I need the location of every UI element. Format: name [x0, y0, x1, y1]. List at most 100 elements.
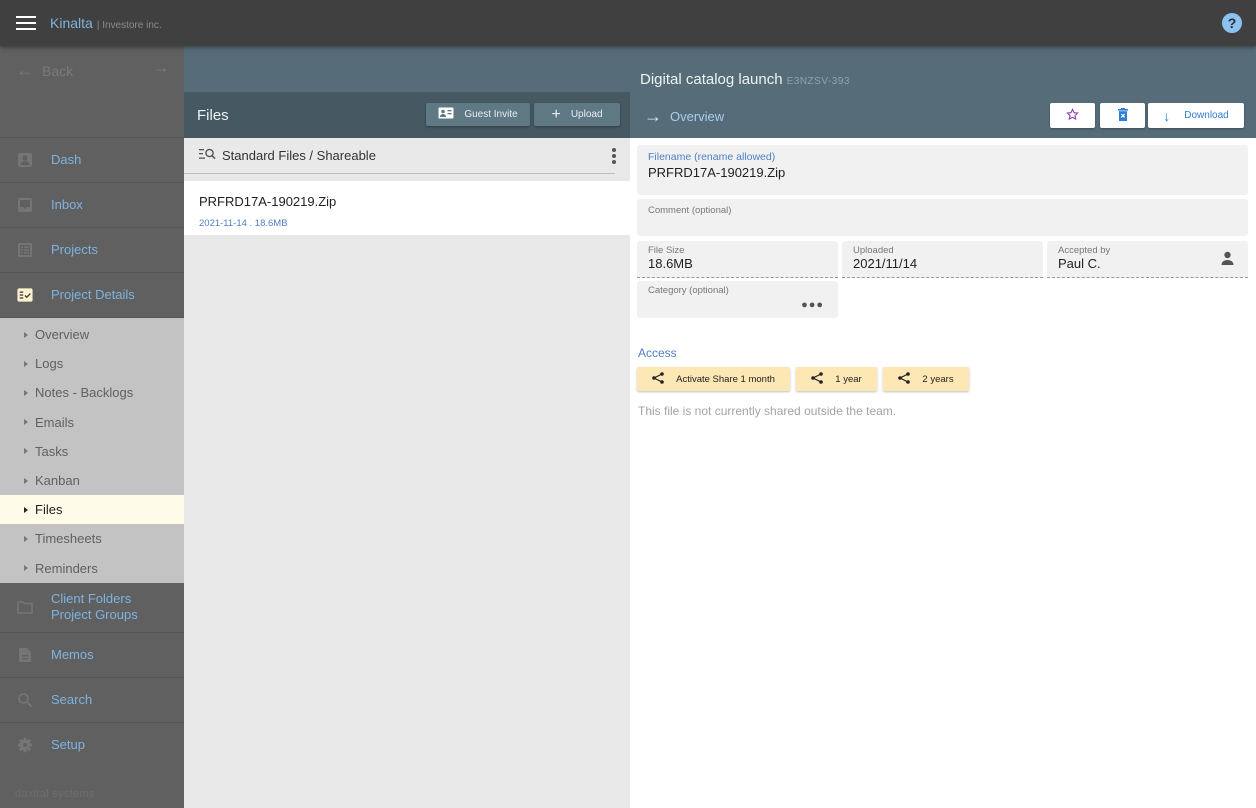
sidebar-label-line2: Project Groups [51, 607, 138, 623]
submenu-label: Kanban [35, 473, 80, 489]
caret-right-icon [24, 360, 28, 367]
upload-button[interactable]: + Upload [534, 103, 620, 126]
submenu-label: Tasks [35, 443, 69, 459]
back-button[interactable]: ← Back [16, 60, 73, 81]
history-nav: ← Back → [0, 46, 184, 138]
arrow-left-icon: ← [16, 60, 34, 80]
sidebar-item-project-details[interactable]: Project Details [0, 273, 184, 318]
sidebar-label: Inbox [51, 197, 83, 212]
filter-search-icon [199, 148, 216, 163]
filename-label: Filename (rename allowed) [648, 151, 776, 163]
file-detail-panel: Filename (rename allowed) PRFRD17A-19021… [630, 138, 1256, 808]
sidebar-item-search[interactable]: Search [0, 678, 184, 723]
sidebar-item-inbox[interactable]: Inbox [0, 183, 184, 228]
person-icon[interactable] [1221, 251, 1234, 270]
submenu-label: Files [35, 502, 63, 518]
uploaded-value: 2021/11/14 [853, 256, 918, 271]
list-icon [17, 242, 33, 258]
guest-invite-label: Guest Invite [464, 109, 518, 120]
category-label: Category (optional) [648, 285, 729, 296]
menu-icon[interactable] [16, 16, 36, 30]
files-title: Files [197, 107, 229, 124]
back-label: Back [42, 62, 74, 79]
overview-label: Overview [670, 109, 725, 124]
file-list-item[interactable]: PRFRD17A-190219.Zip 2021-11-14 . 18.6MB [184, 181, 630, 235]
submenu-item-overview[interactable]: Overview [0, 320, 184, 349]
search-icon [17, 692, 33, 708]
submenu-item-files[interactable]: Files [0, 495, 184, 525]
file-size-label: File Size [648, 245, 685, 256]
project-title: Digital catalog launch E3NZSV-393 [640, 71, 850, 88]
trash-icon [1117, 107, 1128, 124]
share-label: 2 years [922, 373, 954, 385]
share-icon [652, 371, 664, 387]
file-size-value: 18.6MB [648, 256, 693, 271]
caret-right-icon [24, 389, 28, 396]
sidebar-label-line1: Client Folders [51, 591, 132, 607]
files-header: Files Guest Invite + Upload [184, 92, 630, 138]
share-icon [811, 371, 824, 387]
comment-field[interactable]: Comment (optional) [637, 199, 1248, 236]
category-field[interactable]: Category (optional) ●●● [637, 281, 838, 318]
guest-invite-button[interactable]: Guest Invite [426, 103, 530, 126]
submenu-label: Emails [35, 414, 75, 430]
overview-link[interactable]: → Overview [644, 106, 724, 127]
delete-button[interactable] [1100, 103, 1145, 128]
sidebar-item-dash[interactable]: Dash [0, 138, 184, 183]
inbox-icon [17, 197, 33, 213]
file-name: PRFRD17A-190219.Zip [199, 194, 337, 209]
help-icon[interactable]: ? [1222, 13, 1242, 33]
document-icon [17, 647, 33, 663]
submenu-label: Reminders [35, 560, 98, 576]
submenu-item-timesheets[interactable]: Timesheets [0, 524, 184, 553]
download-label: Download [1184, 110, 1229, 121]
sidebar-label: Setup [51, 737, 85, 753]
favorite-button[interactable] [1050, 103, 1095, 128]
file-meta: 2021-11-14 . 18.6MB [199, 218, 288, 229]
submenu-item-logs[interactable]: Logs [0, 349, 184, 378]
submenu-item-tasks[interactable]: Tasks [0, 437, 184, 466]
app-brand: Kinalta | Investore inc. [50, 15, 162, 31]
share-status-text: This file is not currently shared outsid… [638, 404, 897, 418]
accepted-by-label: Accepted by [1058, 245, 1111, 256]
share-label: Activate Share 1 month [676, 373, 775, 385]
share-1-year-button[interactable]: 1 year [796, 367, 877, 391]
sidebar-item-client-folders[interactable]: Client Folders Project Groups [0, 583, 184, 633]
submenu-item-notes-backlogs[interactable]: Notes - Backlogs [0, 378, 184, 407]
sidebar-label: Memos [51, 646, 94, 662]
top-app-bar: Kinalta | Investore inc. ? [0, 0, 1256, 46]
sidebar-label: Projects [51, 242, 98, 257]
sidebar-label: Search [51, 691, 93, 707]
company-name: | Investore inc. [96, 20, 162, 31]
contact-card-icon [438, 107, 454, 122]
more-horiz-icon[interactable]: ●●● [801, 299, 824, 311]
plus-icon: + [551, 105, 561, 123]
filename-field[interactable]: Filename (rename allowed) PRFRD17A-19021… [637, 145, 1248, 195]
caret-right-icon [24, 477, 28, 484]
caret-right-icon [24, 331, 28, 338]
submenu-item-kanban[interactable]: Kanban [0, 466, 184, 495]
arrow-right-icon: → [644, 106, 662, 126]
more-vert-icon[interactable] [611, 148, 617, 164]
upload-label: Upload [570, 109, 603, 120]
submenu-label: Notes - Backlogs [35, 385, 134, 401]
forward-button[interactable]: → [152, 57, 170, 78]
sidebar-item-memos[interactable]: Memos [0, 633, 184, 678]
share-2-years-button[interactable]: 2 years [883, 367, 969, 391]
share-1-month-button[interactable]: Activate Share 1 month [637, 367, 790, 391]
accepted-by-field: Accepted by Paul C. [1047, 241, 1248, 278]
share-icon [898, 371, 911, 387]
sidebar-label: Dash [51, 152, 82, 167]
person-icon [17, 152, 33, 168]
submenu-item-reminders[interactable]: Reminders [0, 554, 184, 583]
arrow-right-icon: → [152, 57, 170, 77]
submenu-label: Timesheets [35, 531, 102, 547]
sidebar-item-projects[interactable]: Projects [0, 228, 184, 273]
caret-right-icon [24, 506, 28, 513]
submenu-item-emails[interactable]: Emails [0, 408, 184, 437]
file-filter-bar[interactable]: Standard Files / Shareable [184, 138, 617, 174]
uploaded-field: Uploaded 2021/11/14 [842, 241, 1043, 278]
sidebar: ← Back → Dash Inbox Projects Project Det… [0, 46, 184, 808]
sidebar-item-setup[interactable]: Setup [0, 723, 184, 768]
download-button[interactable]: ↓ Download [1148, 103, 1244, 128]
